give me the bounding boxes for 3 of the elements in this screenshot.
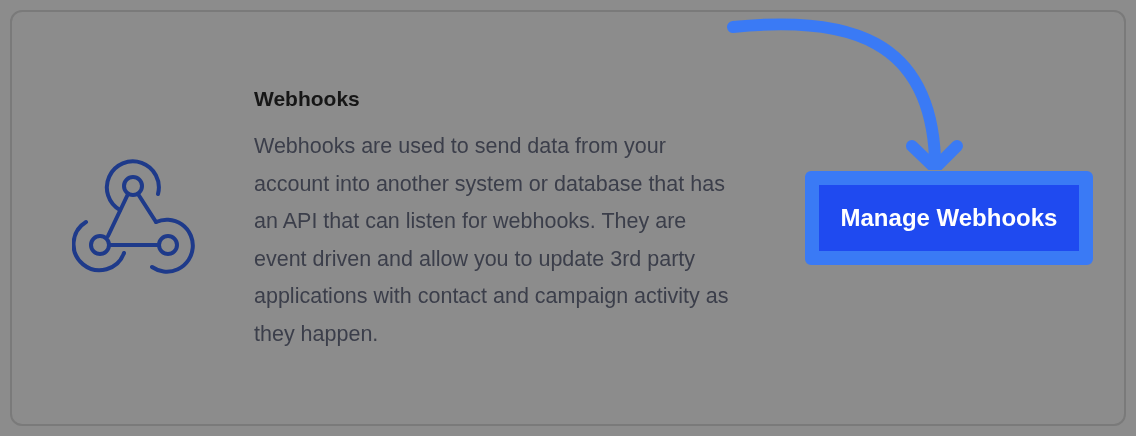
card-title: Webhooks: [254, 85, 361, 112]
manage-webhooks-button[interactable]: Manage Webhooks: [804, 171, 1094, 265]
card-description: Webhooks are used to send data from your account into another system or database that has an API that can listen for webhooks. They are event driven and allow you to update 3rd party applications with contact and campaign activity as they happen.: [254, 133, 730, 348]
